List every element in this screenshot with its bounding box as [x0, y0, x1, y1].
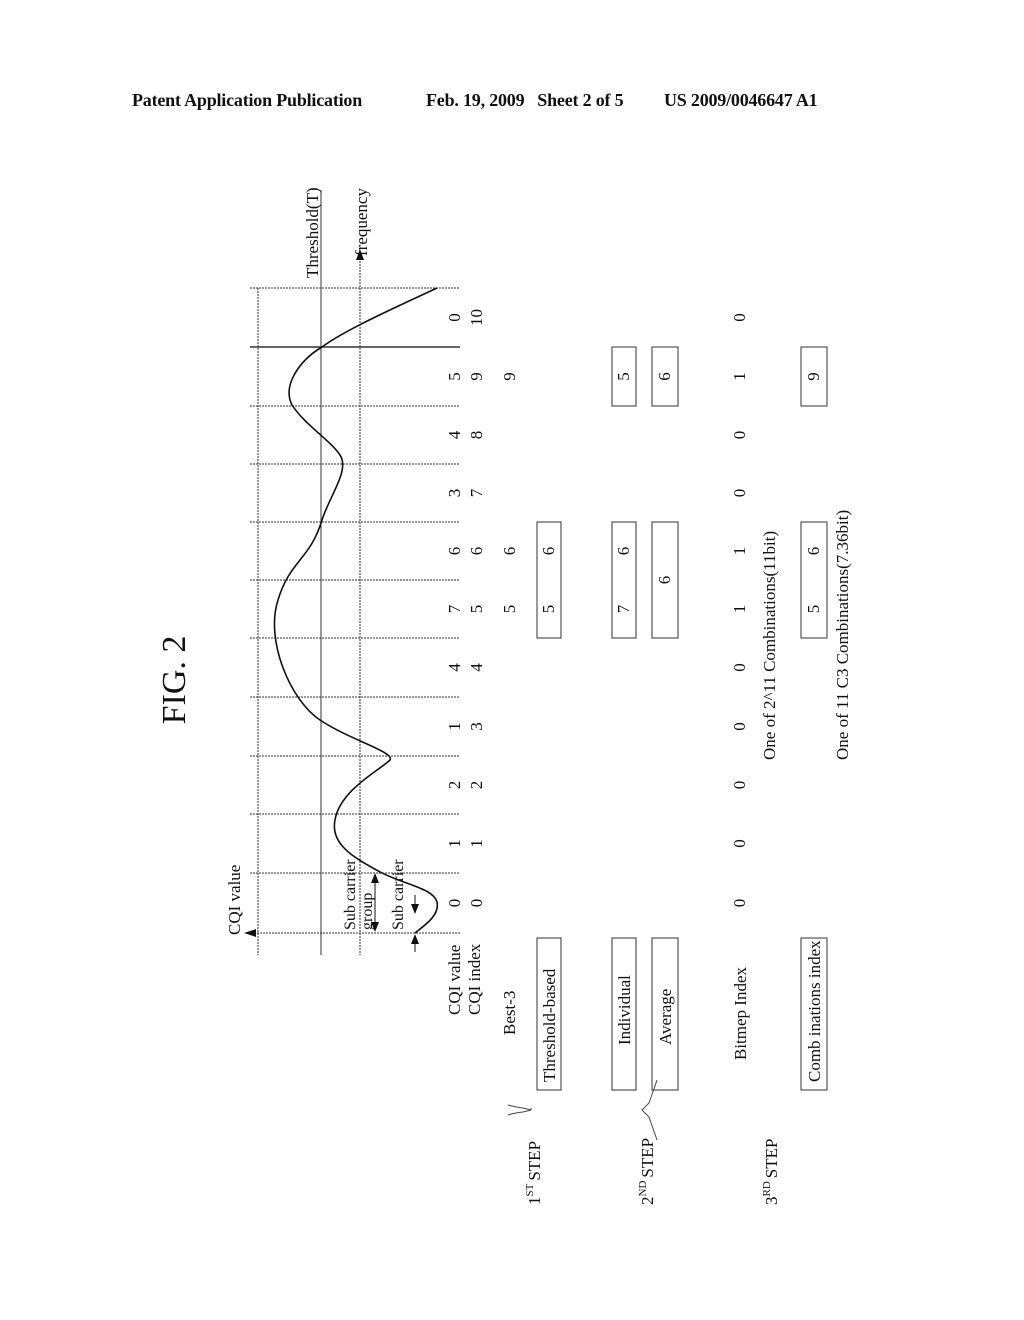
- average-cell: 6: [655, 576, 674, 585]
- combinations-index-cell: 5: [804, 605, 823, 614]
- cqi-index-cell: 4: [467, 663, 486, 672]
- cqi-curve: [273, 287, 439, 934]
- best3-cell: 6: [500, 547, 519, 556]
- step1-label: 1STSTEP: [524, 1141, 544, 1205]
- individual-cell: 7: [614, 604, 633, 613]
- cqi-value-cell: 7: [445, 604, 464, 613]
- average-cell: 6: [655, 372, 674, 381]
- step3-label: 3RDSTEP: [761, 1139, 781, 1205]
- bitmap-index-cell: 1: [730, 547, 749, 556]
- bitmap-index-cell: 0: [730, 899, 749, 908]
- individual-cell: 5: [614, 372, 633, 381]
- threshold-based-box: Threshold-based: [536, 937, 562, 1091]
- cqi-value-cell: 2: [445, 781, 464, 790]
- step2-brace: [641, 1079, 658, 1141]
- step2-label: 2NDSTEP: [637, 1138, 657, 1205]
- threshold-based-cell: 6: [539, 547, 558, 556]
- x-axis-label: frequency: [352, 188, 371, 256]
- individual-label: Individual: [615, 975, 634, 1045]
- sub-carrier-label: Sub carrier: [390, 859, 407, 930]
- average-label: Average: [656, 989, 675, 1045]
- cqi-index-cell: 2: [467, 781, 486, 790]
- bitmap-index-cell: 0: [730, 431, 749, 440]
- cqi-value-cell: 0: [445, 313, 464, 322]
- bitmap-index-cell: 0: [730, 722, 749, 731]
- frequency-gridlines: [250, 287, 460, 874]
- sub-carrier-group-label-1: Sub carrier: [342, 859, 359, 930]
- average-box: Average: [651, 937, 679, 1091]
- cqi-index-cell: 10: [467, 309, 486, 326]
- c3-combinations-note: One of 11 C3 Combinations(7.36bit): [833, 510, 852, 760]
- threshold-based-label: Threshold-based: [540, 968, 559, 1082]
- cqi-value-cell: 0: [445, 899, 464, 908]
- cqi-index-cell: 0: [467, 899, 486, 908]
- bitmap-index-cell: 0: [730, 489, 749, 498]
- row-label-cqi-value: CQI value: [445, 945, 464, 1015]
- combinations-index-cell: 9: [804, 372, 823, 381]
- bitmap-index-cell: 0: [730, 663, 749, 672]
- combinations-values-box-1: [800, 521, 828, 639]
- step1-brace: [507, 1104, 532, 1116]
- cqi-value-cell: 5: [445, 372, 464, 381]
- individual-cell: 6: [614, 547, 633, 556]
- bitmap-index-cell: 1: [730, 605, 749, 614]
- combinations-index-box: Comb inations index: [800, 937, 828, 1091]
- sub-carrier-arrow-icon: [411, 895, 419, 952]
- best3-cell: 9: [500, 372, 519, 381]
- cqi-index-cell: 3: [467, 722, 486, 731]
- bitmap-index-cell: 0: [730, 781, 749, 790]
- cqi-index-cell: 6: [467, 547, 486, 556]
- combinations-index-label: Comb inations index: [805, 940, 824, 1082]
- cqi-index-cell: 8: [467, 431, 486, 440]
- cqi-index-cell: 9: [467, 372, 486, 381]
- cqi-index-cell: 1: [467, 839, 486, 848]
- row-label-best3: Best-3: [500, 991, 519, 1035]
- figure-title: FIG. 2: [156, 636, 193, 725]
- combinations-index-cell: 6: [804, 547, 823, 556]
- threshold-based-values-box: [536, 521, 562, 639]
- threshold-based-cell: 5: [539, 605, 558, 614]
- cqi-index-cell: 7: [467, 488, 486, 497]
- patent-figure: FIG. 2 CQI value Threshold(T) frequency …: [156, 187, 852, 1205]
- cqi-value-cell: 3: [445, 489, 464, 498]
- cqi-value-cell: 6: [445, 547, 464, 556]
- row-label-bitmap-index: Bitmep Index: [731, 966, 750, 1060]
- bitmap-index-cell: 0: [730, 313, 749, 322]
- cqi-value-cell: 4: [445, 430, 464, 439]
- bitmap-index-cell: 0: [730, 839, 749, 848]
- row-label-cqi-index: CQI index: [465, 943, 484, 1015]
- bitmap-combinations-note: One of 2^11 Combinations(11bit): [760, 531, 779, 760]
- individual-values-box-1: [611, 521, 637, 639]
- individual-box: Individual: [611, 937, 637, 1091]
- cqi-value-cell: 1: [445, 722, 464, 731]
- y-axis-label: CQI value: [225, 865, 244, 935]
- cqi-value-cell: 4: [445, 663, 464, 672]
- cqi-value-cell: 1: [445, 839, 464, 848]
- cqi-index-cell: 5: [467, 605, 486, 614]
- bitmap-index-cell: 1: [730, 372, 749, 381]
- threshold-label: Threshold(T): [303, 187, 322, 278]
- best3-cell: 5: [500, 605, 519, 614]
